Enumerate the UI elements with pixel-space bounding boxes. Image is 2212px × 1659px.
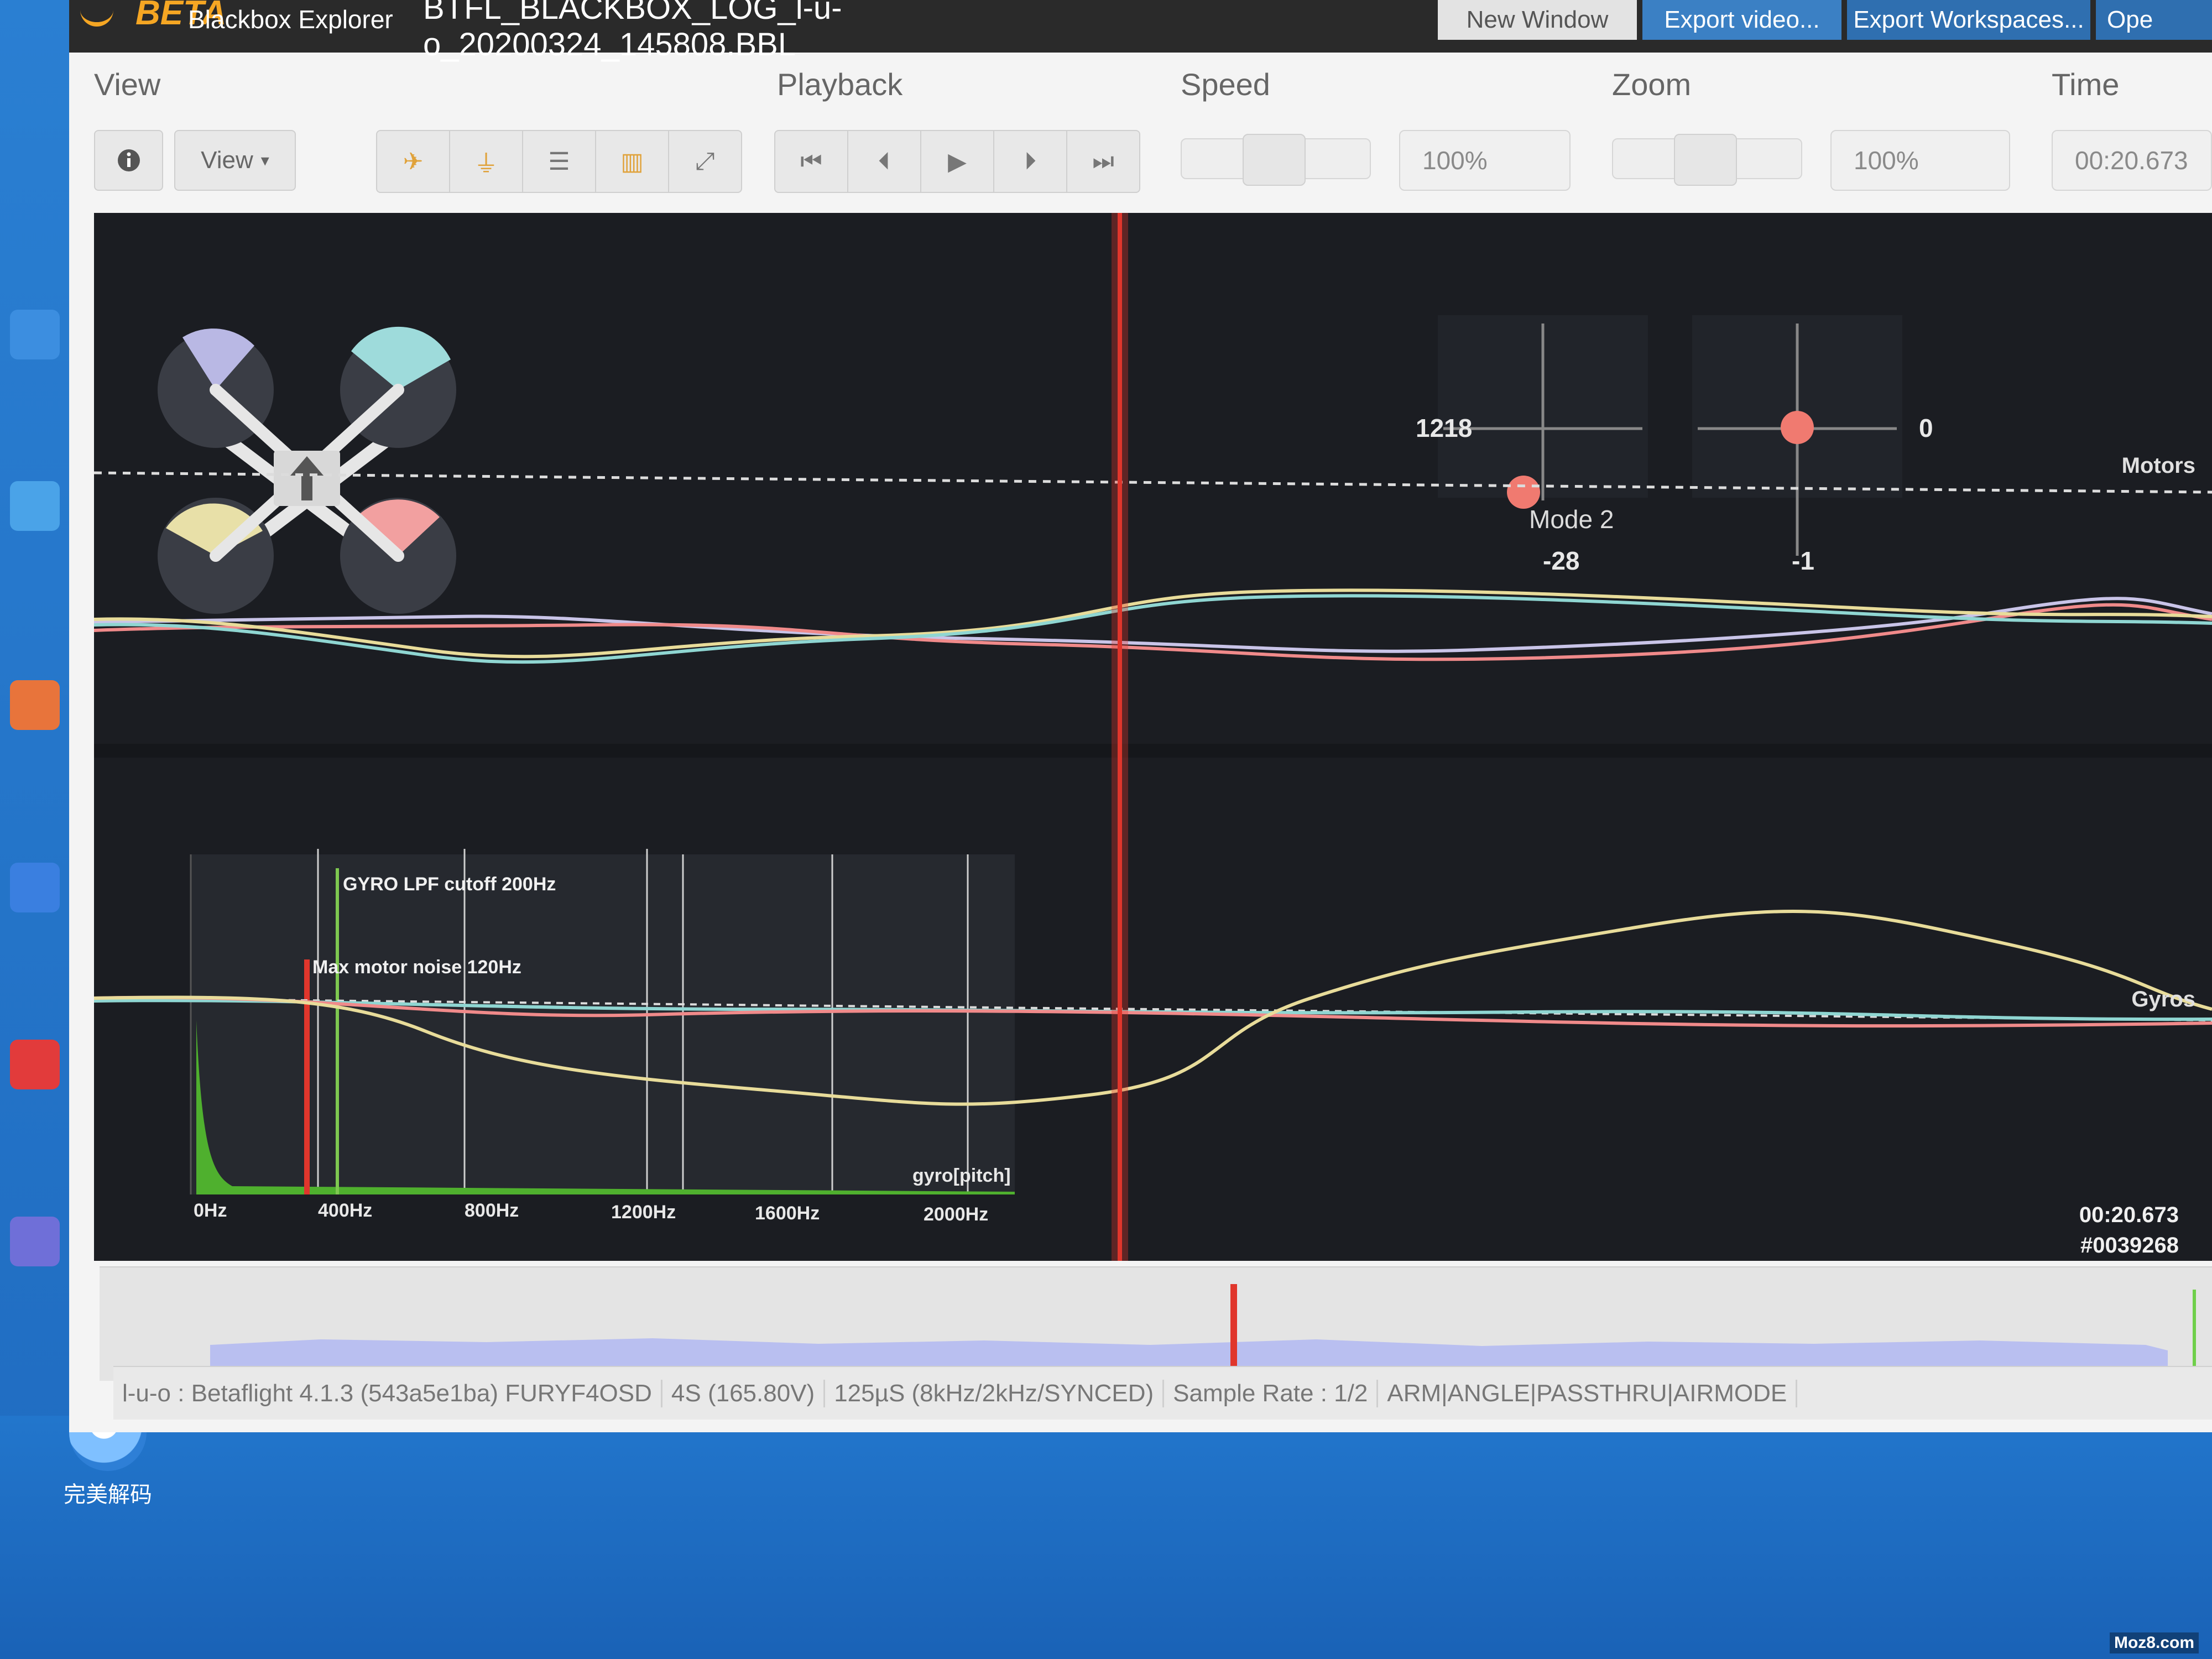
craft-diagram	[158, 326, 456, 614]
log-file-name: BTFL_BLACKBOX_LOG_l-u-o_20200324_145808.…	[423, 0, 842, 62]
right-stick-display	[1692, 315, 1902, 556]
left-stick-dot	[1507, 476, 1540, 509]
craft-icon: ✈	[403, 148, 424, 175]
spectrum-analyser: GYRO LPF cutoff 200Hz Max motor noise 12…	[190, 849, 1015, 1225]
analyser-tick: 800Hz	[465, 1200, 519, 1221]
desktop-icon[interactable]	[10, 1217, 60, 1266]
view-toggle-group: ✈ ⏚ ☰ ▥ ⤢	[376, 130, 742, 193]
timeline-position-marker[interactable]	[1230, 1284, 1237, 1373]
sticks-icon: ⏚	[474, 150, 498, 178]
desktop-icon[interactable]	[10, 1040, 60, 1089]
view-dropdown-label: View	[201, 147, 253, 174]
app-name: Blackbox Explorer	[188, 5, 393, 34]
timeline-end-marker	[2193, 1290, 2196, 1373]
left-stick-display	[1438, 315, 1648, 509]
status-battery: 4S (165.80V)	[662, 1379, 826, 1407]
desktop-icon[interactable]	[10, 680, 60, 730]
motors-axis-label: Motors	[2122, 453, 2195, 478]
skip-start-button[interactable]: ⏮	[775, 131, 848, 192]
right-stick-dot	[1781, 411, 1814, 444]
analyser-tick: 2000Hz	[924, 1204, 988, 1225]
view-group-label: View	[94, 67, 161, 102]
export-video-button[interactable]: Export video...	[1642, 0, 1841, 40]
watermark: Moz8.com	[2109, 1632, 2199, 1653]
status-looptime: 125µS (8kHz/2kHz/SYNCED)	[825, 1379, 1165, 1407]
cursor-time-label: 00:20.673	[2079, 1203, 2179, 1227]
playback-group-label: Playback	[777, 67, 903, 102]
status-firmware: l-u-o : Betaflight 4.1.3 (543a5e1ba) FUR…	[113, 1379, 662, 1407]
new-window-button[interactable]: New Window	[1438, 0, 1637, 40]
analyser-toggle[interactable]: ▥	[596, 131, 669, 192]
speed-slider-handle[interactable]	[1243, 134, 1306, 186]
analyser-series-label: gyro[pitch]	[912, 1165, 1011, 1186]
sticks-toggle[interactable]: ⏚	[450, 131, 523, 192]
timeline-scrubber[interactable]	[100, 1266, 2212, 1381]
playback-controls: ⏮ ⏴ ▶ ⏵ ⏭	[774, 130, 1140, 193]
status-bar: l-u-o : Betaflight 4.1.3 (543a5e1ba) FUR…	[113, 1366, 2212, 1420]
desktop-icon[interactable]	[10, 310, 60, 359]
timeline-svg	[210, 1284, 2196, 1373]
step-forward-button[interactable]: ⏵	[994, 131, 1067, 192]
analyser-tick: 400Hz	[318, 1200, 372, 1221]
analyser-icon: ▥	[620, 148, 644, 175]
throttle-overview	[210, 1338, 2168, 1370]
speed-group-label: Speed	[1181, 67, 1270, 102]
fullscreen-toggle[interactable]: ⤢	[669, 131, 741, 192]
stick-mode-label: Mode 2	[1529, 505, 1614, 534]
step-forward-icon: ⏵	[1024, 148, 1036, 175]
export-workspaces-button[interactable]: Export Workspaces...	[1847, 0, 2090, 40]
status-sample-rate: Sample Rate : 1/2	[1164, 1379, 1379, 1407]
view-dropdown[interactable]: View ▾	[174, 130, 296, 191]
title-bar: BETA Blackbox Explorer BTFL_BLACKBOX_LOG…	[69, 0, 2212, 62]
table-icon: ☰	[548, 148, 570, 175]
table-toggle[interactable]: ☰	[523, 131, 596, 192]
desktop-shortcut-label: 完美解码	[64, 1483, 152, 1507]
analyser-tick: 1200Hz	[611, 1202, 676, 1223]
gyro-lpf-label: GYRO LPF cutoff 200Hz	[343, 874, 556, 895]
desktop-icon[interactable]	[10, 863, 60, 912]
info-icon	[117, 149, 140, 171]
open-file-button[interactable]: Ope	[2096, 0, 2212, 40]
time-group-label: Time	[2052, 67, 2120, 102]
blackbox-explorer-window: BETA Blackbox Explorer BTFL_BLACKBOX_LOG…	[69, 0, 2212, 1432]
desktop-icon[interactable]	[10, 481, 60, 531]
gyros-axis-label: Gyros	[2131, 987, 2195, 1011]
log-graph-canvas[interactable]: 1218 Mode 2 -28 0 -1 Motors GYRO LPF cut…	[94, 213, 2212, 1261]
left-stick-throttle: 1218	[1416, 414, 1472, 442]
speed-value-field[interactable]: 100%	[1399, 130, 1571, 191]
analyser-tick: 1600Hz	[755, 1203, 820, 1224]
zoom-group-label: Zoom	[1612, 67, 1692, 102]
max-motor-noise-label: Max motor noise 120Hz	[312, 957, 521, 978]
step-back-icon: ⏴	[878, 148, 890, 175]
graph-svg: 1218 Mode 2 -28 0 -1 Motors GYRO LPF cut…	[94, 213, 2212, 1261]
time-field[interactable]: 00:20.673	[2052, 130, 2212, 191]
desktop-background	[0, 1416, 2212, 1659]
play-icon: ▶	[948, 148, 967, 175]
caret-down-icon: ▾	[260, 151, 269, 170]
zoom-slider-handle[interactable]	[1674, 134, 1737, 186]
zoom-value-field[interactable]: 100%	[1830, 130, 2010, 191]
skip-start-icon: ⏮	[800, 148, 822, 175]
right-stick-pitch: -1	[1792, 546, 1814, 575]
skip-end-button[interactable]: ⏭	[1067, 131, 1139, 192]
motor-series-pink	[94, 603, 2212, 661]
analyser-tick: 0Hz	[194, 1200, 227, 1221]
play-button[interactable]: ▶	[921, 131, 994, 192]
left-stick-yaw: -28	[1543, 546, 1579, 575]
betaflight-logo-icon	[80, 0, 113, 27]
right-stick-roll: 0	[1919, 414, 1933, 442]
fullscreen-icon: ⤢	[695, 148, 715, 175]
craft-toggle[interactable]: ✈	[377, 131, 450, 192]
zoom-slider[interactable]	[1612, 134, 1802, 186]
speed-slider[interactable]	[1181, 134, 1371, 186]
step-back-button[interactable]: ⏴	[848, 131, 921, 192]
cursor-frame-label: #0039268	[2080, 1233, 2179, 1258]
log-info-button[interactable]	[94, 130, 163, 191]
skip-end-icon: ⏭	[1092, 148, 1114, 175]
status-flight-modes: ARM|ANGLE|PASSTHRU|AIRMODE	[1378, 1379, 1798, 1407]
